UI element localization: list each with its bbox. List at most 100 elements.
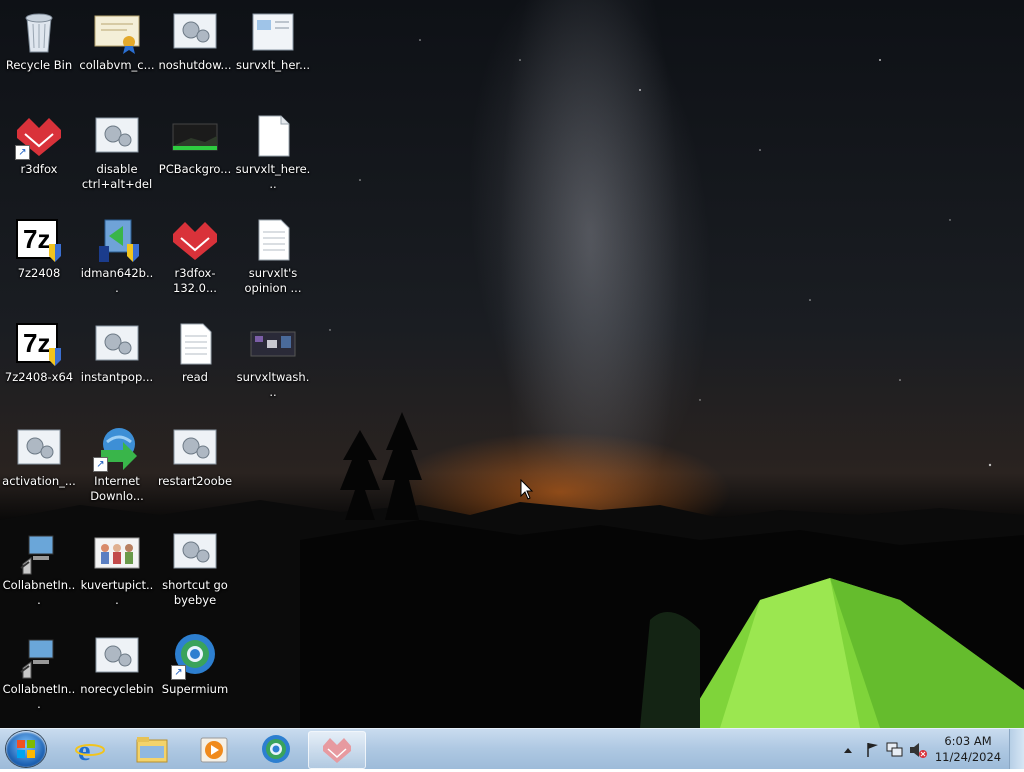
image-file-icon	[249, 320, 297, 368]
desktop-icon-label: noshutdow...	[158, 58, 232, 72]
supermium-browser-icon	[262, 735, 290, 763]
script-settings-icon	[171, 528, 219, 576]
desktop-icon-label: idman642b...	[80, 266, 154, 295]
desktop-icon-label: 7z2408-x64	[4, 370, 74, 384]
desktop-icon-read[interactable]: read	[156, 316, 234, 385]
installer-icon	[93, 216, 141, 264]
script-settings-icon	[171, 8, 219, 56]
desktop-icon-shortcut-go-byebye[interactable]: shortcut go byebye	[156, 524, 234, 608]
desktop-icon-7z2408-x64[interactable]: 7z 7z2408-x64	[0, 316, 78, 385]
internet-download-manager-icon: ↗	[93, 424, 141, 472]
taskbar-pinned-file-explorer[interactable]	[124, 731, 180, 767]
taskbar-pinned-r3dfox[interactable]	[308, 731, 366, 769]
volume-muted-icon[interactable]	[910, 743, 927, 758]
desktop-icon-supermium[interactable]: ↗ Supermium	[156, 628, 234, 697]
svg-text:7z: 7z	[23, 224, 50, 254]
shortcut-arrow-icon: ↗	[171, 665, 186, 680]
desktop-icon-label: survxlt_her...	[235, 58, 311, 72]
action-center-flag-icon[interactable]	[867, 743, 878, 757]
network-icon[interactable]	[886, 742, 903, 757]
taskbar-clock[interactable]: 6:03 AM 11/24/2024	[932, 733, 1004, 765]
desktop-icon-label: kuvertupict...	[80, 578, 154, 607]
media-player-icon	[200, 737, 228, 763]
taskbar-pinned-media-player[interactable]	[186, 731, 242, 767]
clock-date: 11/24/2024	[934, 750, 1002, 764]
script-settings-icon	[93, 112, 141, 160]
taskbar-pinned-internet-explorer[interactable]: e	[62, 731, 118, 767]
desktop-icon-label: shortcut go byebye	[162, 578, 228, 607]
desktop-icon-collabnet-installer-2[interactable]: CollabnetIn...	[0, 628, 78, 712]
recycle-bin-icon	[15, 8, 63, 56]
desktop-icon-kuvertupict[interactable]: kuvertupict...	[78, 524, 156, 608]
desktop-icon-label: restart2oobe	[157, 474, 233, 488]
desktop-icon-label: PCBackgro...	[158, 162, 232, 176]
desktop-icon-label: r3dfox	[20, 162, 58, 176]
desktop-icon-label: CollabnetIn...	[2, 682, 76, 711]
file-explorer-icon	[136, 737, 168, 763]
desktop-icon-idman[interactable]: idman642b...	[78, 212, 156, 296]
taskbar: e 6:03 AM 11/24/2024	[0, 728, 1024, 769]
desktop-icon-restart2oobe[interactable]: restart2oobe	[156, 420, 234, 489]
desktop-icon-activation[interactable]: activation_...	[0, 420, 78, 489]
desktop-icon-label: Recycle Bin	[5, 58, 73, 72]
desktop-icon-norecyclebin[interactable]: norecyclebin	[78, 628, 156, 697]
7zip-installer-icon: 7z	[15, 320, 63, 368]
desktop-icon-r3dfox-132[interactable]: r3dfox-132.0...	[156, 212, 234, 296]
text-file-icon	[171, 320, 219, 368]
script-settings-icon	[93, 632, 141, 680]
desktop-icon-label: 7z2408	[17, 266, 61, 280]
svg-text:e: e	[78, 736, 90, 767]
desktop-icon-label: survxltwash...	[236, 370, 310, 399]
desktop-icon-survxlt-here-2[interactable]: survxlt_here...	[234, 108, 312, 192]
desktop-icon-survxlt-opinion[interactable]: survxlt's opinion ...	[234, 212, 312, 296]
desktop-icon-label: activation_...	[2, 474, 76, 488]
blank-file-icon	[249, 112, 297, 160]
shortcut-arrow-icon: ↗	[15, 145, 30, 160]
mouse-cursor-icon	[520, 479, 534, 500]
windows-start-orb-icon[interactable]	[6, 731, 46, 767]
desktop-icon-collabnet-installer-1[interactable]: CollabnetIn...	[0, 524, 78, 608]
script-settings-icon	[93, 320, 141, 368]
desktop-icon-label: CollabnetIn...	[2, 578, 76, 607]
desktop-icon-label: r3dfox-132.0...	[173, 266, 217, 295]
r3dfox-icon	[171, 216, 219, 264]
desktop-icon-recycle-bin[interactable]: Recycle Bin	[0, 4, 78, 73]
shortcut-arrow-icon: ↗	[93, 457, 108, 472]
desktop-icon-survxlt-here[interactable]: survxlt_her...	[234, 4, 312, 73]
7zip-installer-icon: 7z	[15, 216, 63, 264]
desktop: Recycle Bin collabvm_c... noshutdow... s…	[0, 0, 1024, 728]
desktop-icon-noshutdown[interactable]: noshutdow...	[156, 4, 234, 73]
desktop-icon-r3dfox[interactable]: ↗ r3dfox	[0, 108, 78, 177]
supermium-browser-icon: ↗	[171, 632, 219, 680]
r3dfox-icon	[323, 738, 351, 763]
text-file-icon	[249, 216, 297, 264]
desktop-icon-survxltwash[interactable]: survxltwash...	[234, 316, 312, 400]
network-computer-icon	[15, 528, 63, 576]
desktop-icon-instantpop[interactable]: instantpop...	[78, 316, 156, 385]
taskbar-pinned-supermium[interactable]	[248, 731, 304, 767]
desktop-icon-label: collabvm_c...	[79, 58, 155, 72]
desktop-icon-label: survxlt_here...	[235, 162, 311, 191]
desktop-icon-internet-download-manager[interactable]: ↗ Internet Downlo...	[78, 420, 156, 504]
certificate-icon	[93, 8, 141, 56]
show-desktop-button[interactable]	[1009, 729, 1024, 769]
image-file-icon	[171, 112, 219, 160]
desktop-icon-7z2408[interactable]: 7z 7z2408	[0, 212, 78, 281]
image-file-icon	[93, 528, 141, 576]
svg-text:7z: 7z	[23, 328, 50, 358]
desktop-icon-label: read	[182, 370, 208, 384]
desktop-icon-label: disable ctrl+alt+del	[81, 162, 153, 191]
desktop-icon-label: instantpop...	[80, 370, 154, 384]
clock-time: 6:03 AM	[944, 734, 992, 748]
desktop-icon-collabvm[interactable]: collabvm_c...	[78, 4, 156, 73]
desktop-icon-label: Supermium	[161, 682, 229, 696]
desktop-icon-disable-ctrl-alt-del[interactable]: disable ctrl+alt+del	[78, 108, 156, 192]
script-settings-icon	[171, 424, 219, 472]
r3dfox-icon: ↗	[15, 112, 63, 160]
desktop-icon-label: norecyclebin	[80, 682, 154, 696]
internet-explorer-icon: e	[75, 736, 105, 767]
desktop-icon-pcbackground[interactable]: PCBackgro...	[156, 108, 234, 177]
script-settings-icon	[15, 424, 63, 472]
desktop-icon-label: survxlt's opinion ...	[244, 266, 302, 295]
show-hidden-icons-icon[interactable]	[844, 748, 852, 753]
